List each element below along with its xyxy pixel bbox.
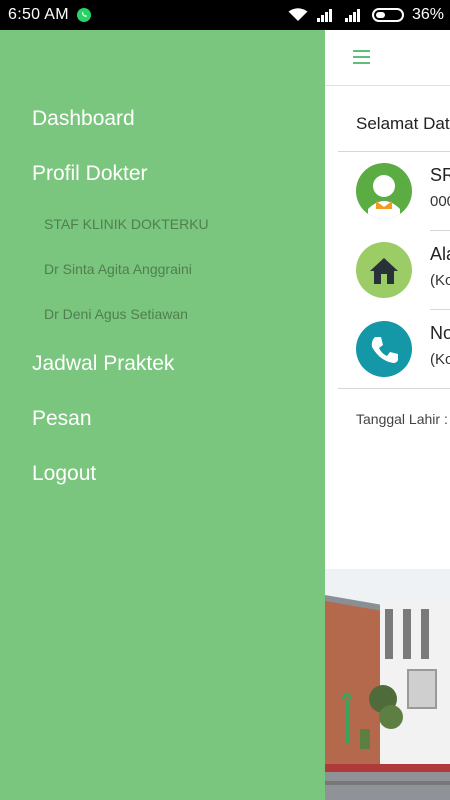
status-time-value: 6:50 <box>8 6 41 23</box>
nav-item-logout[interactable]: Logout <box>32 462 96 486</box>
status-time: 6:50 AM <box>8 6 69 24</box>
nav-item-jadwal-praktek[interactable]: Jadwal Praktek <box>32 352 174 376</box>
signal-icon <box>316 9 332 22</box>
wifi-icon <box>288 8 308 21</box>
nav-item-profil-dokter[interactable]: Profil Dokter <box>32 162 148 186</box>
user-id: 000 <box>430 193 450 210</box>
divider <box>338 388 450 389</box>
hamburger-menu-icon[interactable] <box>353 50 370 64</box>
divider <box>430 309 450 310</box>
status-ampm: AM <box>44 6 69 23</box>
address-value: (Ko <box>430 272 450 289</box>
nav-item-pesan[interactable]: Pesan <box>32 407 92 431</box>
user-name: SR <box>430 165 450 185</box>
status-icons: 36% <box>288 0 444 30</box>
divider <box>430 230 450 231</box>
welcome-text: Selamat Dat <box>356 114 450 133</box>
sub-item-dr-sinta[interactable]: Dr Sinta Agita Anggraini <box>44 261 192 277</box>
app-bar <box>325 30 450 86</box>
address-label: Ala <box>430 244 450 264</box>
phone-label: No <box>430 323 450 343</box>
status-bar: 6:50 AM 36% <box>0 0 450 30</box>
whatsapp-notification-icon <box>76 8 91 22</box>
nav-item-dashboard[interactable]: Dashboard <box>32 107 135 131</box>
sub-item-dr-deni[interactable]: Dr Deni Agus Setiawan <box>44 306 188 322</box>
battery-percent: 36% <box>411 6 444 23</box>
clinic-photo <box>325 569 450 800</box>
signal-icon-2 <box>344 9 360 22</box>
user-icon <box>356 163 412 219</box>
phone-value: (Ko <box>430 351 450 368</box>
sub-item-staf-klinik[interactable]: STAF KLINIK DOKTERKU <box>44 216 209 232</box>
date-of-birth-label: Tanggal Lahir : <box>356 411 448 427</box>
navigation-drawer: Dashboard Profil Dokter STAF KLINIK DOKT… <box>0 30 325 800</box>
divider <box>338 151 450 152</box>
battery-icon <box>371 8 404 22</box>
phone-icon <box>356 321 412 377</box>
home-icon <box>356 242 412 298</box>
